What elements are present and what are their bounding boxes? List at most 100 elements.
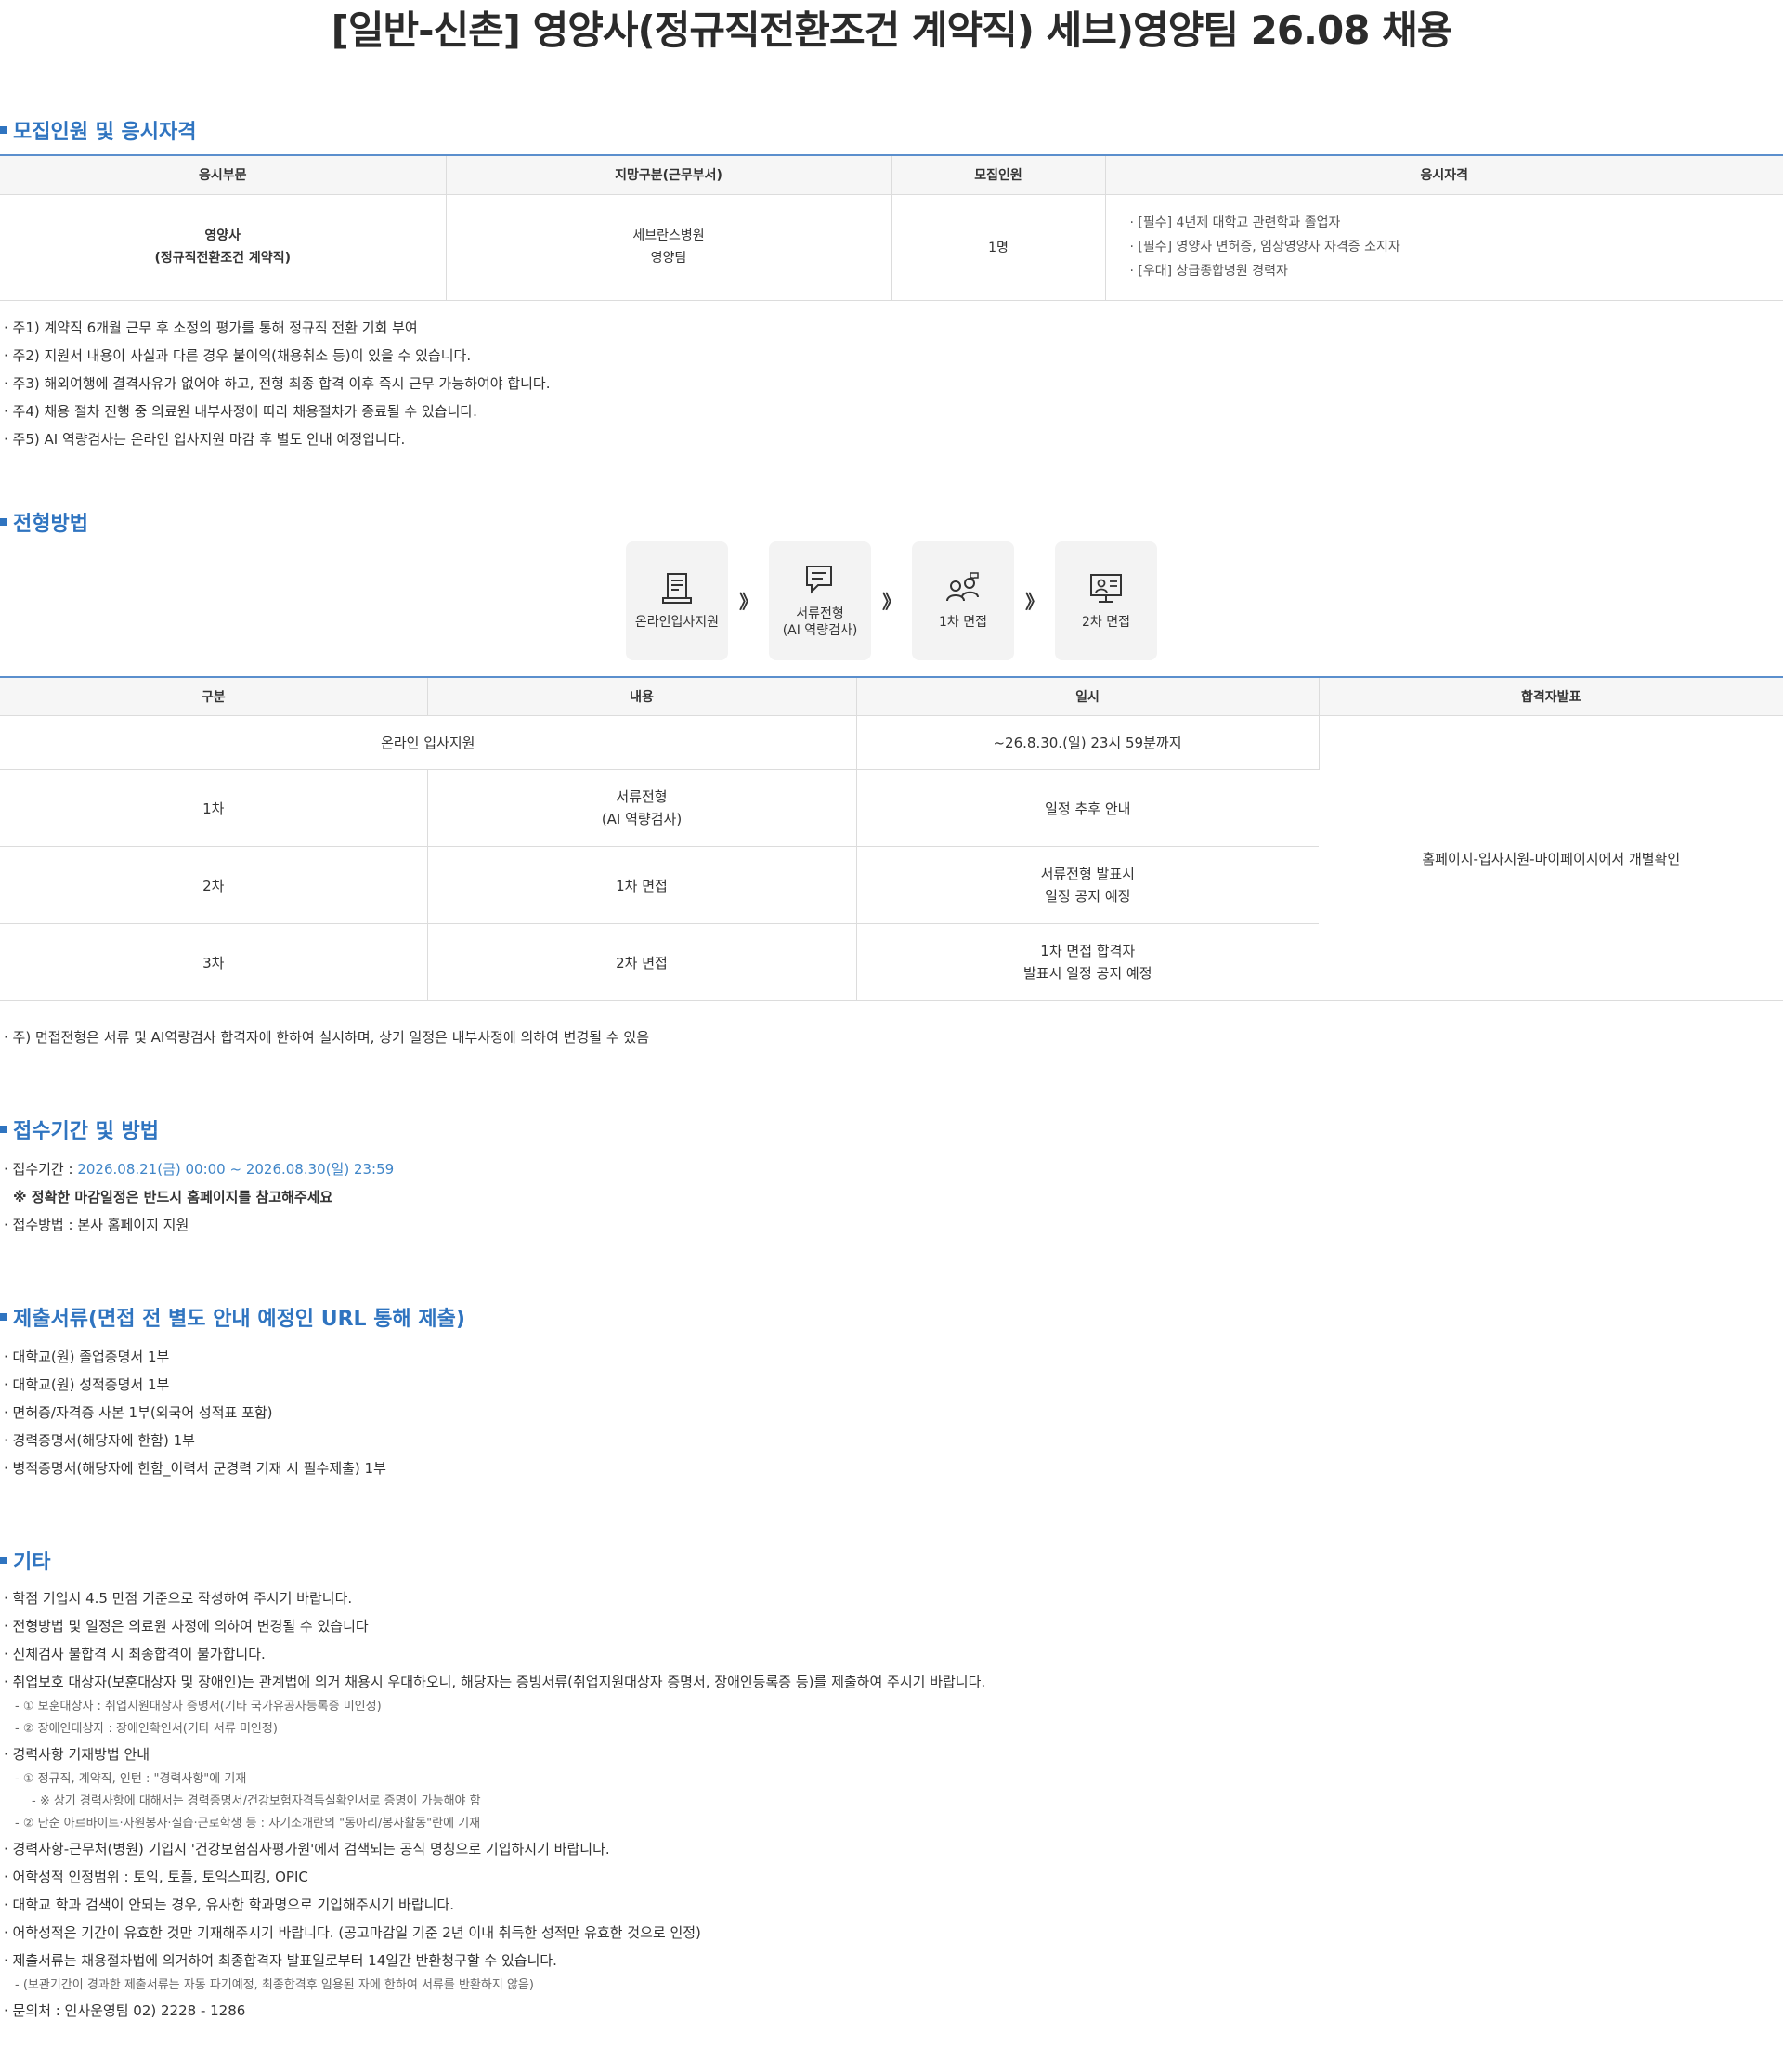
content-cell: 2차 면접 (427, 923, 857, 1001)
list-item: · 경력증명서(해당자에 한함) 1부 (4, 1432, 195, 1449)
list-item: · 어학성적 인정범위 : 토익, 토플, 토익스피킹, OPIC (4, 1869, 308, 1885)
date-cell: 일정 추후 안내 (856, 769, 1319, 847)
bullet-square-icon (0, 126, 7, 134)
section-heading-application: 접수기간 및 방법 (0, 1114, 1783, 1144)
table-header-row: 응시부문 지망구분(근무부서) 모집인원 응시자격 (0, 155, 1783, 195)
note-item: · 주4) 채용 절차 진행 중 의료원 내부사정에 따라 채용절차가 종료될 … (4, 402, 477, 420)
place-line: 영양팀 (650, 251, 687, 266)
dept-line: (정규직전환조건 계약직) (154, 251, 291, 266)
qualification-item: · [필수] 영양사 면허증, 임상영양사 자격증 소지자 (1129, 240, 1400, 254)
list-item: · 제출서류는 채용절차법에 의거하여 최종합격자 발표일로부터 14일간 반환… (4, 1952, 557, 1969)
date-line: 일정 공지 예정 (1045, 888, 1131, 905)
date-line: 서류전형 발표시 (1040, 866, 1135, 882)
table-row: 영양사 (정규직전환조건 계약직) 세브란스병원 영양팀 1명 · [필수] 4… (0, 194, 1783, 301)
place-line: 세브란스병원 (632, 228, 705, 243)
step-first-interview: 1차 면접 (912, 541, 1014, 660)
list-item: · 학점 기입시 4.5 만점 기준으로 작성하여 주시기 바랍니다. (4, 1590, 353, 1607)
note-item: · 주5) AI 역량검사는 온라인 입사지원 마감 후 별도 안내 예정입니다… (4, 430, 406, 448)
section-heading-text: 전형방법 (13, 512, 88, 536)
count-cell: 1명 (892, 194, 1106, 301)
section-heading-text: 제출서류(면접 전 별도 안내 예정인 URL 통해 제출) (13, 1308, 465, 1331)
note-item: · 주) 면접전형은 서류 및 AI역량검사 합격자에 한하여 실시하며, 상기… (4, 1029, 649, 1046)
stage-cell: 3차 (0, 923, 428, 1001)
date-cell: 서류전형 발표시 일정 공지 예정 (856, 846, 1319, 924)
list-item: · 경력사항-근무처(병원) 기입시 '건강보험심사평가원'에서 검색되는 공식… (4, 1841, 610, 1857)
bullet-square-icon (0, 1126, 7, 1133)
list-subitem: - ② 단순 아르바이트·자원봉사·실습·근로학생 등 : 자기소개란의 "동아… (15, 1817, 481, 1831)
table-header: 합격자발표 (1319, 676, 1783, 716)
section-heading-text: 기타 (13, 1551, 51, 1574)
document-icon (662, 572, 692, 604)
page-title: [일반-신촌] 영양사(정규직전환조건 계약직) 세브)영양팀 26.08 채용 (331, 7, 1453, 53)
step-arrow: 》 (1025, 591, 1044, 613)
date-cell: 1차 면접 합격자 발표시 일정 공지 예정 (856, 923, 1319, 1001)
stage-cell: 2차 (0, 846, 428, 924)
list-item: · 면허증/자격증 사본 1부(외국어 성적표 포함) (4, 1404, 273, 1421)
period-line: · 접수기간 : 2026.08.21(금) 00:00 ~ 2026.08.3… (4, 1155, 1783, 1183)
step-label: 서류전형 (796, 606, 844, 621)
content-cell: 서류전형 (AI 역량검사) (427, 769, 857, 847)
table-header: 모집인원 (892, 155, 1106, 195)
list-item: · 어학성적은 기간이 유효한 것만 기재해주시기 바랍니다. (공고마감일 기… (4, 1924, 701, 1941)
date-cell: ~26.8.30.(일) 23시 59분까지 (856, 715, 1320, 770)
step-label: 온라인입사지원 (634, 614, 720, 630)
bullet-square-icon (0, 517, 7, 526)
list-item: · 대학교(원) 졸업증명서 1부 (4, 1349, 170, 1365)
table-header: 응시자격 (1105, 155, 1783, 195)
list-subitem: - ※ 상기 경력사항에 대해서는 경력증명서/건강보험자격득실확인서로 증명이… (32, 1794, 481, 1808)
period-note: ※ 정확한 마감일정은 반드시 홈페이지를 참고해주세요 (13, 1189, 333, 1205)
note-item: · 주2) 지원서 내용이 사실과 다른 경우 불이익(채용취소 등)이 있을 … (4, 346, 472, 364)
content-line: 서류전형 (616, 788, 668, 805)
list-subitem: - ① 보훈대상자 : 취업지원대상자 증명서(기타 국가유공자등록증 미인정) (15, 1700, 382, 1714)
section-heading-selection: 전형방법 (0, 507, 1783, 537)
content-cell: 1차 면접 (427, 846, 857, 924)
stage-cell: 1차 (0, 769, 428, 847)
dept-line: 영양사 (204, 228, 241, 243)
period-value: 2026.08.21(금) 00:00 ~ 2026.08.30(일) 23:5… (77, 1161, 395, 1178)
section-heading-etc: 기타 (0, 1545, 1783, 1575)
content-line: (AI 역량검사) (601, 811, 683, 827)
step-label-sub: (AI 역량검사) (782, 622, 858, 638)
list-subitem: - ① 정규직, 계약직, 인턴 : "경력사항"에 기재 (15, 1772, 247, 1786)
qualification-cell: · [필수] 4년제 대학교 관련학과 졸업자 · [필수] 영양사 면허증, … (1105, 194, 1783, 301)
section-heading-text: 모집인원 및 응시자격 (13, 121, 197, 144)
list-item: · 병적증명서(해당자에 한함_이력서 군경력 기재 시 필수제출) 1부 (4, 1460, 386, 1477)
date-line: 발표시 일정 공지 예정 (1022, 965, 1152, 982)
monitor-interview-icon (1090, 573, 1122, 603)
step-label: 1차 면접 (939, 614, 987, 630)
table-row: 온라인 입사지원 ~26.8.30.(일) 23시 59분까지 홈페이지-입사지… (0, 715, 1783, 1001)
chat-document-icon (806, 565, 832, 593)
step-label: 2차 면접 (1082, 614, 1130, 630)
list-subitem: - (보관기간이 경과한 제출서류는 자동 파기예정, 최종합격후 임용된 자에… (15, 1978, 534, 1992)
table-header: 일시 (856, 676, 1320, 716)
selection-note: · 주) 면접전형은 서류 및 AI역량검사 합격자에 한하여 실시하며, 상기… (0, 1023, 1783, 1051)
method-line: · 접수방법 : 본사 홈페이지 지원 (4, 1217, 189, 1233)
application-info: · 접수기간 : 2026.08.21(금) 00:00 ~ 2026.08.3… (0, 1155, 1783, 1239)
list-subitem: - ② 장애인대상자 : 장애인확인서(기타 서류 미인정) (15, 1722, 278, 1736)
bullet-square-icon (0, 1557, 7, 1564)
list-item: · 전형방법 및 일정은 의료원 사정에 의하여 변경될 수 있습니다 (4, 1618, 369, 1635)
step-arrow: 》 (882, 591, 901, 613)
note-item: · 주3) 해외여행에 결격사유가 없어야 하고, 전형 최종 합격 이후 즉시… (4, 374, 551, 392)
step-arrow: 》 (739, 591, 758, 613)
bullet-square-icon (0, 1313, 7, 1321)
dept-cell: 영양사 (정규직전환조건 계약직) (0, 194, 447, 301)
table-header-row: 구분 내용 일시 합격자발표 (0, 676, 1783, 716)
period-label: · 접수기간 : (4, 1161, 78, 1178)
job-posting-page: [일반-신촌] 영양사(정규직전환조건 계약직) 세브)영양팀 26.08 채용… (0, 0, 1783, 2072)
recruitment-notes: · 주1) 계약직 6개월 근무 후 소정의 평가를 통해 정규직 전환 기회 … (0, 314, 1783, 453)
date-line: 1차 면접 합격자 (1040, 943, 1136, 959)
place-cell: 세브란스병원 영양팀 (446, 194, 892, 301)
section-heading-recruitment: 모집인원 및 응시자격 (0, 115, 1783, 145)
list-item: · 신체검사 불합격 시 최종합격이 불가합니다. (4, 1646, 266, 1662)
table-header: 구분 (0, 676, 428, 716)
note-item: · 주1) 계약직 6개월 근무 후 소정의 평가를 통해 정규직 전환 기회 … (4, 319, 418, 336)
step-second-interview: 2차 면접 (1055, 541, 1157, 660)
announce-cell: 홈페이지-입사지원-마이페이지에서 개별확인 (1319, 715, 1783, 1001)
list-item: · 문의처 : 인사운영팀 02) 2228 - 1286 (4, 2002, 246, 2019)
table-header: 내용 (427, 676, 857, 716)
documents-list: · 대학교(원) 졸업증명서 1부 · 대학교(원) 성적증명서 1부 · 면허… (0, 1343, 1783, 1482)
recruitment-table: 응시부문 지망구분(근무부서) 모집인원 응시자격 영양사 (정규직전환조건 계… (0, 154, 1783, 301)
step-document-screening: 서류전형 (AI 역량검사) (769, 541, 871, 660)
list-item: · 취업보호 대상자(보훈대상자 및 장애인)는 관계법에 의거 채용시 우대하… (4, 1674, 986, 1690)
